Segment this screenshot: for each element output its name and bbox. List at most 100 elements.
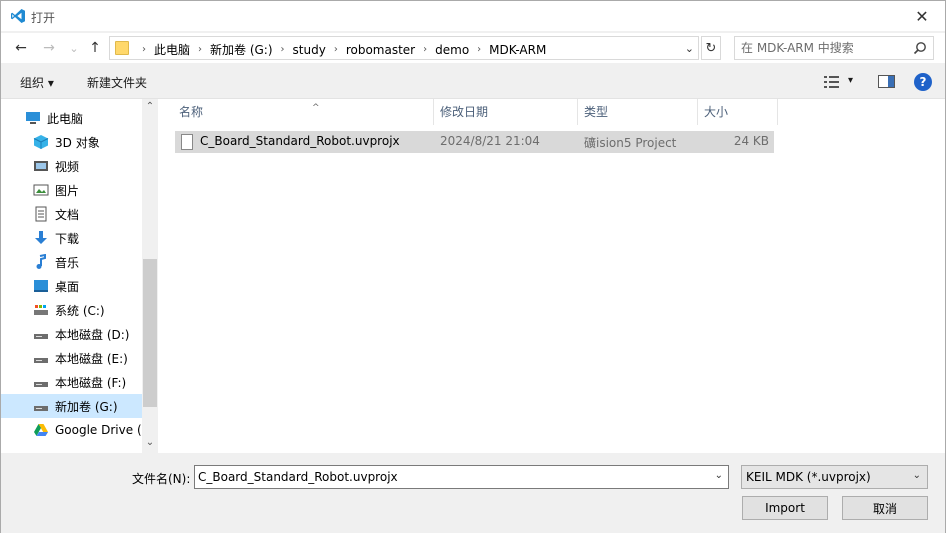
- column-header-size[interactable]: 大小: [698, 99, 778, 125]
- sidebar-item[interactable]: 图片: [1, 178, 143, 202]
- nav-scrollbar[interactable]: ⌃ ⌄: [142, 99, 158, 453]
- documents-icon: [33, 206, 49, 222]
- sidebar-item[interactable]: 文档: [1, 202, 143, 226]
- drive-icon: [33, 326, 49, 342]
- forward-arrow-icon: →: [43, 40, 55, 56]
- address-row: ← → ⌄ ↑ › 此电脑 › 新加卷 (G:) › study › robom…: [1, 33, 945, 63]
- breadcrumb-separator: ›: [198, 44, 203, 55]
- organize-button[interactable]: 组织 ▾: [20, 74, 54, 91]
- sidebar-item[interactable]: 新加卷 (G:): [1, 394, 143, 418]
- sidebar-item-label: 本地磁盘 (E:): [55, 351, 128, 366]
- sidebar-item-label: 3D 对象: [55, 135, 100, 150]
- chevron-down-icon: ⌄: [69, 41, 79, 55]
- chevron-down-icon: ⌄: [912, 470, 921, 481]
- sidebar-item[interactable]: 下载: [1, 226, 143, 250]
- close-button[interactable]: ✕: [899, 1, 945, 31]
- filename-combobox[interactable]: ⌄: [194, 465, 729, 489]
- chevron-down-icon[interactable]: ⌄: [715, 470, 723, 481]
- file-date: 2024/8/21 21:04: [440, 134, 540, 148]
- filename-input[interactable]: [198, 469, 703, 485]
- column-size-label: 大小: [704, 105, 729, 119]
- column-header-name[interactable]: 名称 ^: [173, 99, 434, 125]
- back-button[interactable]: ←: [11, 38, 31, 58]
- close-icon: ✕: [915, 6, 929, 26]
- import-button[interactable]: Import: [742, 496, 828, 520]
- filetype-select[interactable]: KEIL MDK (*.uvprojx) ⌄: [741, 465, 928, 489]
- preview-pane-icon[interactable]: [878, 75, 896, 89]
- help-icon[interactable]: ?: [914, 73, 932, 91]
- forward-button[interactable]: →: [39, 38, 59, 58]
- column-header-type[interactable]: 类型: [578, 99, 698, 125]
- open-file-dialog: 打开 ✕ ← → ⌄ ↑ › 此电脑 › 新加卷 (G:) › study › …: [0, 0, 946, 533]
- system-drive-icon: [33, 302, 49, 318]
- sidebar-item[interactable]: Google Drive (: [1, 418, 143, 442]
- up-arrow-icon: ↑: [89, 40, 101, 56]
- breadcrumb-separator: ›: [333, 44, 338, 55]
- desktop-icon: [33, 278, 49, 294]
- breadcrumb-item[interactable]: 新加卷 (G:): [210, 41, 273, 58]
- up-button[interactable]: ↑: [85, 38, 105, 58]
- pictures-icon: [33, 182, 49, 198]
- breadcrumb-item[interactable]: study: [293, 43, 326, 57]
- folder-icon: [115, 41, 129, 55]
- scroll-up-icon[interactable]: ⌃: [142, 101, 158, 117]
- column-name-label: 名称: [179, 105, 204, 119]
- breadcrumb-separator: ›: [423, 44, 428, 55]
- sort-caret-icon: ^: [312, 103, 320, 113]
- file-name: C_Board_Standard_Robot.uvprojx: [200, 134, 400, 148]
- file-size: 24 KB: [733, 134, 769, 148]
- breadcrumb-item[interactable]: robomaster: [346, 43, 415, 57]
- cancel-button[interactable]: 取消: [842, 496, 928, 520]
- drive-icon: [33, 350, 49, 366]
- column-type-label: 类型: [584, 105, 609, 119]
- document-icon: [181, 134, 193, 150]
- sidebar-item[interactable]: 3D 对象: [1, 130, 143, 154]
- sidebar-item[interactable]: 本地磁盘 (F:): [1, 370, 143, 394]
- refresh-button[interactable]: ↻: [701, 36, 721, 60]
- google-drive-icon: [33, 422, 49, 438]
- dialog-footer: 文件名(N): ⌄ KEIL MDK (*.uvprojx) ⌄ Import …: [1, 453, 945, 533]
- view-options-icon[interactable]: [824, 75, 840, 89]
- sidebar-item-label: 此电脑: [47, 111, 84, 126]
- sidebar-item[interactable]: 桌面: [1, 274, 143, 298]
- sidebar-item-label: 图片: [55, 183, 80, 198]
- address-dropdown-icon[interactable]: ⌄: [685, 42, 694, 55]
- downloads-icon: [33, 230, 49, 246]
- sidebar-item[interactable]: 系统 (C:): [1, 298, 143, 322]
- breadcrumb-item[interactable]: 此电脑: [154, 41, 190, 58]
- search-input[interactable]: [741, 40, 906, 56]
- refresh-icon: ↻: [705, 40, 717, 56]
- address-bar[interactable]: › 此电脑 › 新加卷 (G:) › study › robomaster › …: [109, 36, 699, 60]
- sidebar-item-label: Google Drive (: [55, 423, 142, 437]
- videos-icon: [33, 158, 49, 174]
- sidebar-item[interactable]: 视频: [1, 154, 143, 178]
- breadcrumb-separator: ›: [477, 44, 482, 55]
- search-icon[interactable]: [913, 41, 927, 55]
- recent-locations-button[interactable]: ⌄: [64, 38, 84, 58]
- scroll-down-icon[interactable]: ⌄: [142, 437, 158, 453]
- sidebar-item[interactable]: 本地磁盘 (D:): [1, 322, 143, 346]
- file-row[interactable]: C_Board_Standard_Robot.uvprojx 2024/8/21…: [175, 131, 774, 153]
- new-folder-button[interactable]: 新建文件夹: [87, 74, 147, 91]
- sidebar-item-label: 视频: [55, 159, 80, 174]
- sidebar-item-label: 系统 (C:): [55, 303, 105, 318]
- sidebar-item[interactable]: 音乐: [1, 250, 143, 274]
- back-arrow-icon: ←: [15, 40, 27, 56]
- file-list: 名称 ^ 修改日期 类型 大小 C_Board_Standard_Robot.u…: [159, 99, 945, 453]
- search-box[interactable]: [734, 36, 934, 60]
- filename-label: 文件名(N):: [132, 472, 191, 486]
- window-title: 打开: [31, 11, 56, 25]
- computer-icon: [25, 110, 41, 126]
- sidebar-item[interactable]: 本地磁盘 (E:): [1, 346, 143, 370]
- column-date-label: 修改日期: [440, 105, 489, 119]
- sidebar-item[interactable]: 此电脑: [1, 106, 143, 130]
- breadcrumb-item[interactable]: MDK-ARM: [489, 43, 546, 57]
- breadcrumb-separator: ›: [142, 44, 146, 55]
- filetype-value: KEIL MDK (*.uvprojx): [746, 470, 871, 484]
- scroll-thumb[interactable]: [143, 259, 157, 407]
- music-icon: [33, 254, 49, 270]
- breadcrumb-item[interactable]: demo: [435, 43, 469, 57]
- sidebar-item-label: 文档: [55, 207, 80, 222]
- column-header-date[interactable]: 修改日期: [434, 99, 578, 125]
- view-dropdown-icon[interactable]: ▾: [848, 75, 853, 86]
